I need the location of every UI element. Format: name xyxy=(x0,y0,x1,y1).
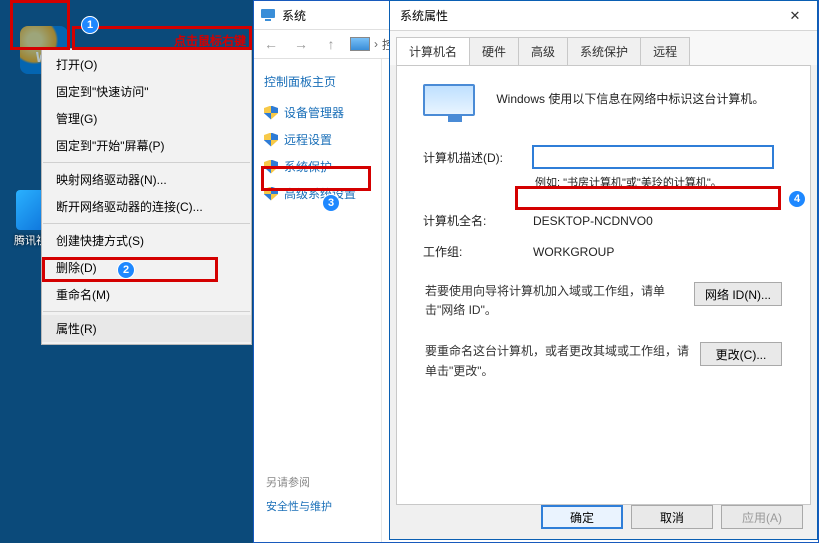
sidebar-system-protection[interactable]: 系统保护 xyxy=(264,158,371,175)
sidebar-security-link[interactable]: 安全性与维护 xyxy=(266,498,332,514)
menu-pin-quick[interactable]: 固定到"快速访问" xyxy=(42,78,251,105)
menu-separator xyxy=(43,223,250,224)
rename-text: 要重命名这台计算机，或者更改其域或工作组，请单击"更改"。 xyxy=(425,342,700,380)
tab-system-protection[interactable]: 系统保护 xyxy=(567,37,641,65)
network-id-button[interactable]: 网络 ID(N)... xyxy=(694,282,782,306)
sidebar-device-manager[interactable]: 设备管理器 xyxy=(264,104,371,121)
menu-separator xyxy=(43,162,250,163)
props-tabpanel: Windows 使用以下信息在网络中标识这台计算机。 计算机描述(D): 例如:… xyxy=(396,65,811,505)
nav-forward[interactable]: → xyxy=(290,33,312,55)
menu-delete[interactable]: 删除(D) xyxy=(42,254,251,281)
system-icon xyxy=(260,7,276,23)
nav-back[interactable]: ← xyxy=(260,33,282,55)
nav-up[interactable]: ↑ xyxy=(320,33,342,55)
shield-icon xyxy=(264,133,278,147)
props-tabs: 计算机名 硬件 高级 系统保护 远程 xyxy=(390,31,817,65)
apply-button[interactable]: 应用(A) xyxy=(721,505,803,529)
desc-label: 计算机描述(D): xyxy=(423,149,533,166)
menu-pin-start[interactable]: 固定到"开始"屏幕(P) xyxy=(42,132,251,159)
menu-create-shortcut[interactable]: 创建快捷方式(S) xyxy=(42,227,251,254)
props-title: 系统属性 xyxy=(400,7,448,24)
menu-manage[interactable]: 管理(G) xyxy=(42,105,251,132)
props-titlebar: 系统属性 ✕ xyxy=(390,1,817,31)
change-button[interactable]: 更改(C)... xyxy=(700,342,782,366)
shield-icon xyxy=(264,106,278,120)
props-footer: 确定 取消 应用(A) xyxy=(541,505,803,529)
desc-input[interactable] xyxy=(533,146,773,168)
fullname-label: 计算机全名: xyxy=(423,212,533,229)
close-button[interactable]: ✕ xyxy=(773,2,817,30)
shield-icon xyxy=(264,187,278,201)
tab-remote[interactable]: 远程 xyxy=(640,37,690,65)
badge-4: 4 xyxy=(788,190,806,208)
menu-map-drive[interactable]: 映射网络驱动器(N)... xyxy=(42,166,251,193)
badge-3: 3 xyxy=(322,194,340,212)
tip-text: 点击鼠标右键 xyxy=(174,32,246,49)
tab-hardware[interactable]: 硬件 xyxy=(469,37,519,65)
props-intro-text: Windows 使用以下信息在网络中标识这台计算机。 xyxy=(496,90,764,107)
sidebar-head[interactable]: 控制面板主页 xyxy=(264,73,371,90)
desc-hint: 例如: "书房计算机"或"美玲的计算机"。 xyxy=(535,174,794,190)
menu-separator xyxy=(43,311,250,312)
tab-advanced[interactable]: 高级 xyxy=(518,37,568,65)
workgroup-label: 工作组: xyxy=(423,243,533,260)
menu-rename[interactable]: 重命名(M) xyxy=(42,281,251,308)
shield-icon xyxy=(264,160,278,174)
see-also-label: 另请参阅 xyxy=(266,474,332,490)
fullname-value: DESKTOP-NCDNVO0 xyxy=(533,214,653,228)
menu-open[interactable]: 打开(O) xyxy=(42,51,251,78)
ok-button[interactable]: 确定 xyxy=(541,505,623,529)
menu-properties[interactable]: 属性(R) xyxy=(42,315,251,342)
system-title: 系统 xyxy=(282,7,306,24)
sidebar-remote-settings[interactable]: 远程设置 xyxy=(264,131,371,148)
badge-1: 1 xyxy=(81,16,99,34)
breadcrumb[interactable]: › 控 xyxy=(350,36,394,53)
sidebar-advanced-settings[interactable]: 高级系统设置 xyxy=(264,185,371,202)
menu-disconnect-drive[interactable]: 断开网络驱动器的连接(C)... xyxy=(42,193,251,220)
system-properties-dialog: 系统属性 ✕ 计算机名 硬件 高级 系统保护 远程 Windows 使用以下信息… xyxy=(389,0,818,540)
pc-icon xyxy=(350,37,370,51)
wizard-text: 若要使用向导将计算机加入域或工作组，请单击"网络 ID"。 xyxy=(425,282,694,320)
context-menu: 打开(O) 固定到"快速访问" 管理(G) 固定到"开始"屏幕(P) 映射网络驱… xyxy=(41,48,252,345)
tab-computer-name[interactable]: 计算机名 xyxy=(396,37,470,65)
computer-icon xyxy=(423,84,487,126)
workgroup-value: WORKGROUP xyxy=(533,245,614,259)
cancel-button[interactable]: 取消 xyxy=(631,505,713,529)
system-sidebar: 控制面板主页 设备管理器 远程设置 系统保护 高级系统设置 另请参阅 安全性与维… xyxy=(254,59,382,542)
badge-2: 2 xyxy=(117,261,135,279)
